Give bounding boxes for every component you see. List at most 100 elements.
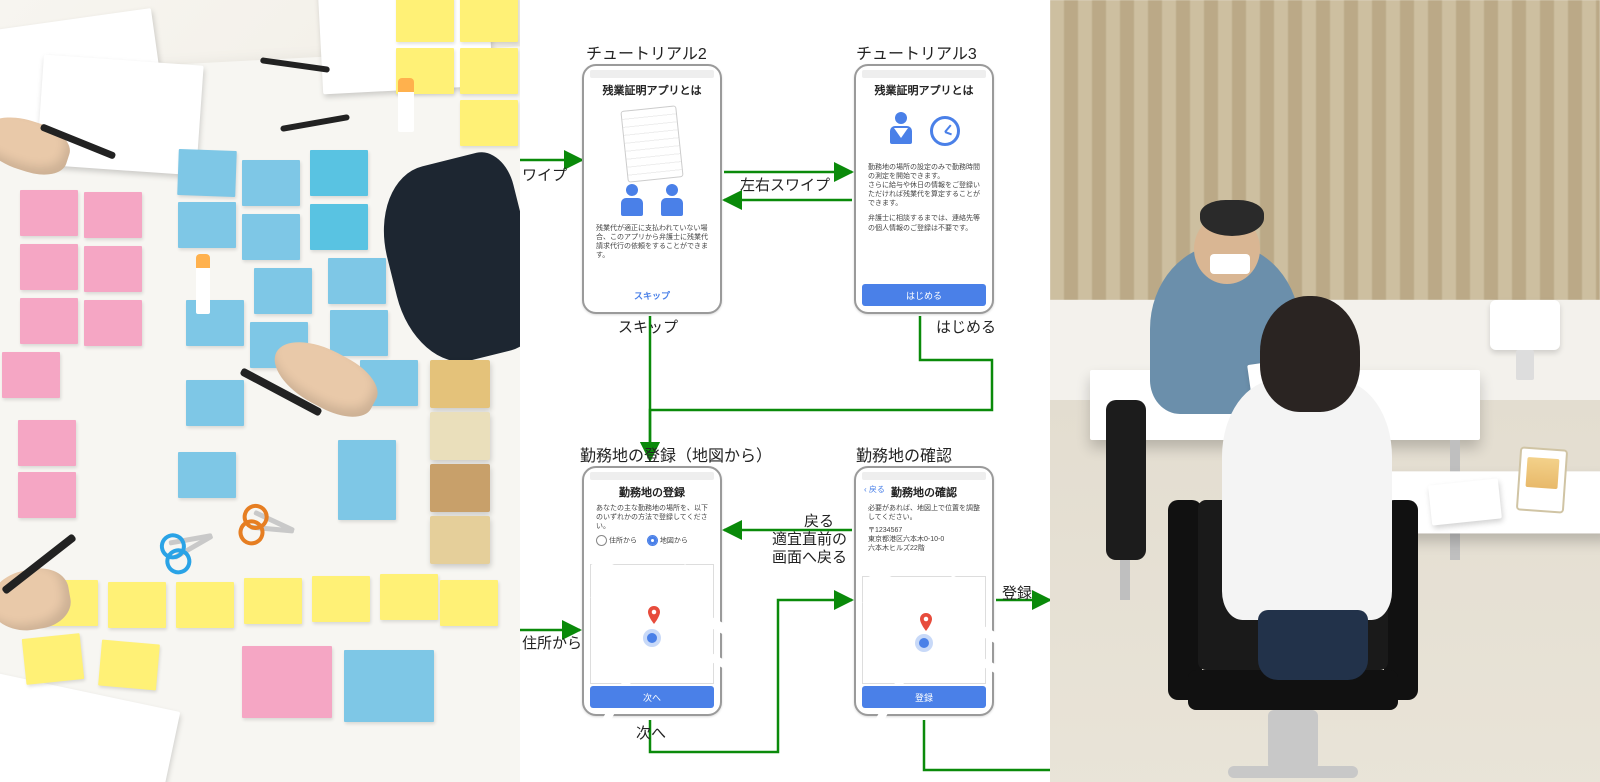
status-bar <box>590 70 714 78</box>
screen-caption-tutorial3: チュートリアル3 <box>856 40 977 64</box>
radio-option-map[interactable]: 地図から <box>647 535 688 546</box>
edge-label-next: 次へ <box>636 722 666 743</box>
sticky-note <box>108 582 166 628</box>
sticky-note <box>186 300 244 346</box>
next-button[interactable]: 次へ <box>590 686 714 708</box>
sticky-note <box>20 244 78 290</box>
screen-description: 残業代が適正に支払われていない場合、このアプリから弁護士に残業代請求代行の依頼を… <box>590 220 714 264</box>
sticky-note <box>310 150 368 196</box>
sticky-note <box>84 246 142 292</box>
skip-link[interactable]: スキップ <box>584 289 720 302</box>
sticky-note <box>242 160 300 206</box>
participant-legs <box>1258 610 1368 680</box>
sticky-note <box>18 420 76 466</box>
edge-label-start: はじめる <box>936 316 996 337</box>
status-bar <box>862 472 986 480</box>
sticky-note <box>460 0 518 42</box>
screen-flow-diagram: ワイプ 左右スワイプ スキップ はじめる 住所から 次へ 戻る 適宜直前の 画面… <box>520 0 1050 782</box>
radio-option-address[interactable]: 住所から <box>596 535 637 546</box>
map-pin-icon <box>917 610 931 624</box>
screen-instruction: 必要があれば、地図上で位置を調整してください。 <box>862 500 986 526</box>
sticky-note <box>20 298 78 344</box>
status-bar <box>862 70 986 78</box>
sticky-pad <box>344 650 434 722</box>
sticky-note <box>98 640 160 691</box>
sticky-note <box>338 440 396 520</box>
composite-image: ワイプ 左右スワイプ スキップ はじめる 住所から 次へ 戻る 適宜直前の 画面… <box>0 0 1600 782</box>
sticky-note <box>20 190 78 236</box>
sticky-note <box>22 633 84 685</box>
sticky-note <box>84 300 142 346</box>
sticky-note <box>312 576 370 622</box>
photo-thumbnail <box>430 516 490 564</box>
status-bar <box>590 472 714 480</box>
phone-tutorial2: 残業証明アプリとは 残業代が適正に支払われていない場合、このアプリから弁護士に残… <box>582 64 722 314</box>
person-icon <box>659 184 685 216</box>
paper-sheet <box>1428 478 1502 525</box>
map-pin-icon <box>645 603 659 617</box>
map-view[interactable] <box>862 576 986 684</box>
edge-label-from-address: 住所から <box>522 632 582 653</box>
sticky-note <box>2 352 60 398</box>
photo-thumbnail <box>430 360 490 408</box>
chair-back <box>1106 400 1146 560</box>
screen-description: 勤務地の場所の設定のみで勤務時間の測定を開始できます。 さらに給与や休日の情報を… <box>862 159 986 237</box>
sticky-note <box>460 100 518 146</box>
sticky-note <box>176 582 234 628</box>
card-sorting-photo <box>0 0 520 782</box>
curtain <box>1050 0 1600 300</box>
sticky-note <box>310 204 368 250</box>
sticky-note <box>18 472 76 518</box>
sticky-note <box>396 0 454 42</box>
photo-thumbnail <box>430 412 490 460</box>
register-button[interactable]: 登録 <box>862 686 986 708</box>
phone-register-map: 勤務地の登録 あなたの主な勤務地の場所を、以下のいずれかの方法で登録してください… <box>582 466 722 716</box>
sticky-note <box>242 214 300 260</box>
tablet-device <box>1516 446 1568 513</box>
face-mask-icon <box>1210 254 1250 274</box>
screen-title: 残業証明アプリとは <box>862 82 986 98</box>
participant-hair <box>1260 296 1360 412</box>
current-location-dot <box>647 633 657 643</box>
sticky-pad <box>242 646 332 718</box>
edge-label-swipe: ワイプ <box>522 164 567 185</box>
photo-thumbnail <box>430 464 490 512</box>
sticky-note <box>178 202 236 248</box>
map-view[interactable] <box>590 564 714 684</box>
sticky-note <box>177 149 237 197</box>
sticky-note <box>460 48 518 94</box>
edge-label-skip: スキップ <box>618 316 678 337</box>
sticky-note <box>330 310 388 356</box>
edge-label-back-3: 画面へ戻る <box>772 546 847 567</box>
glue-stick <box>398 78 414 132</box>
start-button[interactable]: はじめる <box>862 284 986 306</box>
sticky-note <box>328 258 386 304</box>
monitor-stand <box>1516 350 1534 380</box>
back-link[interactable]: ‹ 戻る <box>864 484 885 495</box>
interviewer-hair <box>1200 200 1264 236</box>
screen-title: 残業証明アプリとは <box>590 82 714 98</box>
current-location-dot <box>919 638 929 648</box>
screen-caption-confirm: 勤務地の確認 <box>856 442 952 466</box>
phone-tutorial3: 残業証明アプリとは 勤務地の場所の設定のみで勤務時間の測定を開始できます。 さら… <box>854 64 994 314</box>
phone-confirm: ‹ 戻る 勤務地の確認 必要があれば、地図上で位置を調整してください。 〒123… <box>854 466 994 716</box>
address-block: 〒1234567 東京都港区六本木0-10-0 六本木ヒルズ22階 <box>862 526 986 557</box>
edge-label-register: 登録 <box>1002 582 1032 603</box>
sticky-note <box>244 578 302 624</box>
screen-caption-register-map: 勤務地の登録（地図から） <box>580 442 772 466</box>
sticky-note <box>440 580 498 626</box>
edge-label-swipe-lr: 左右スワイプ <box>740 174 830 195</box>
screen-title: 勤務地の登録 <box>590 484 714 500</box>
participant-body <box>1222 380 1392 620</box>
spreadsheet-icon <box>620 105 683 182</box>
user-interview-photo <box>1050 0 1600 782</box>
monitor <box>1490 300 1560 350</box>
sticky-note <box>84 192 142 238</box>
sticky-note <box>254 268 312 314</box>
sticky-note <box>178 452 236 498</box>
sticky-note <box>380 574 438 620</box>
glue-stick <box>196 254 210 314</box>
screen-caption-tutorial2: チュートリアル2 <box>586 40 707 64</box>
screen-instruction: あなたの主な勤務地の場所を、以下のいずれかの方法で登録してください。 <box>590 500 714 535</box>
person-icon <box>619 184 645 216</box>
